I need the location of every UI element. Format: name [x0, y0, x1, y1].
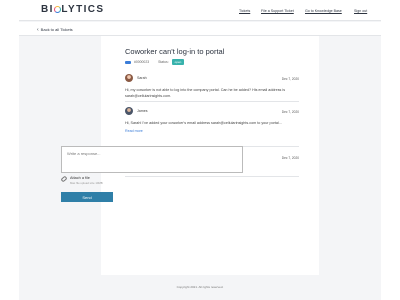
read-more-link[interactable]: Read more — [125, 129, 299, 133]
app-frame: BI LYTICS Tickets File a Support Ticket G… — [19, 0, 381, 300]
nav-link-knowledge-base[interactable]: Go to Knowledge Base — [305, 9, 342, 13]
message-item: Sarah Dec 7, 2020 Hi, my coworker is not… — [125, 74, 299, 99]
paperclip-icon — [60, 175, 68, 183]
message-item: James Dec 7, 2020 Hi, Sarah! I've added … — [125, 107, 299, 133]
james-avatar — [125, 107, 133, 115]
message-body: Hi, my coworker is not able to log into … — [125, 88, 286, 98]
message-author: James — [137, 109, 148, 113]
ticket-icon — [125, 60, 131, 64]
response-textarea[interactable] — [61, 146, 243, 173]
back-to-tickets-link[interactable]: ‹ Back to all Tickets — [37, 27, 73, 33]
message-date: Dec 7, 2020 — [281, 110, 299, 114]
sub-header: ‹ Back to all Tickets — [19, 22, 381, 36]
back-link-label: Back to all Tickets — [40, 27, 73, 32]
top-navigation-bar: BI LYTICS Tickets File a Support Ticket G… — [19, 0, 381, 21]
message-divider — [125, 176, 299, 177]
nav-link-sign-out[interactable]: Sign out — [354, 9, 367, 13]
message-date: Dec 7, 2020 — [281, 77, 299, 81]
footer-copyright: Copyright 2021. All rights reserved. — [176, 285, 224, 289]
status-badge: open — [171, 59, 185, 65]
brand-logo[interactable]: BI LYTICS — [41, 4, 104, 15]
ticket-number: #0000023 — [134, 60, 150, 64]
sarah-avatar — [125, 74, 133, 82]
nav-link-tickets[interactable]: Tickets — [239, 9, 250, 13]
nav-link-file-ticket[interactable]: File a Support Ticket — [261, 9, 294, 13]
ticket-title: Coworker can't log-in to portal — [125, 47, 225, 56]
send-button[interactable]: Send — [61, 192, 113, 202]
status-label: Status: — [158, 60, 169, 64]
ticket-meta: #0000023 Status: open — [125, 59, 185, 65]
message-author: Sarah — [137, 76, 147, 80]
chevron-left-icon: ‹ — [37, 27, 39, 33]
message-date: Dec 7, 2020 — [281, 156, 299, 160]
attach-label: Attach a file — [70, 176, 90, 180]
message-divider — [125, 101, 299, 102]
attach-hint: Max file upload size 10MB — [70, 181, 103, 185]
message-body: Hi, Sarah! I've added your coworker's em… — [125, 121, 282, 125]
